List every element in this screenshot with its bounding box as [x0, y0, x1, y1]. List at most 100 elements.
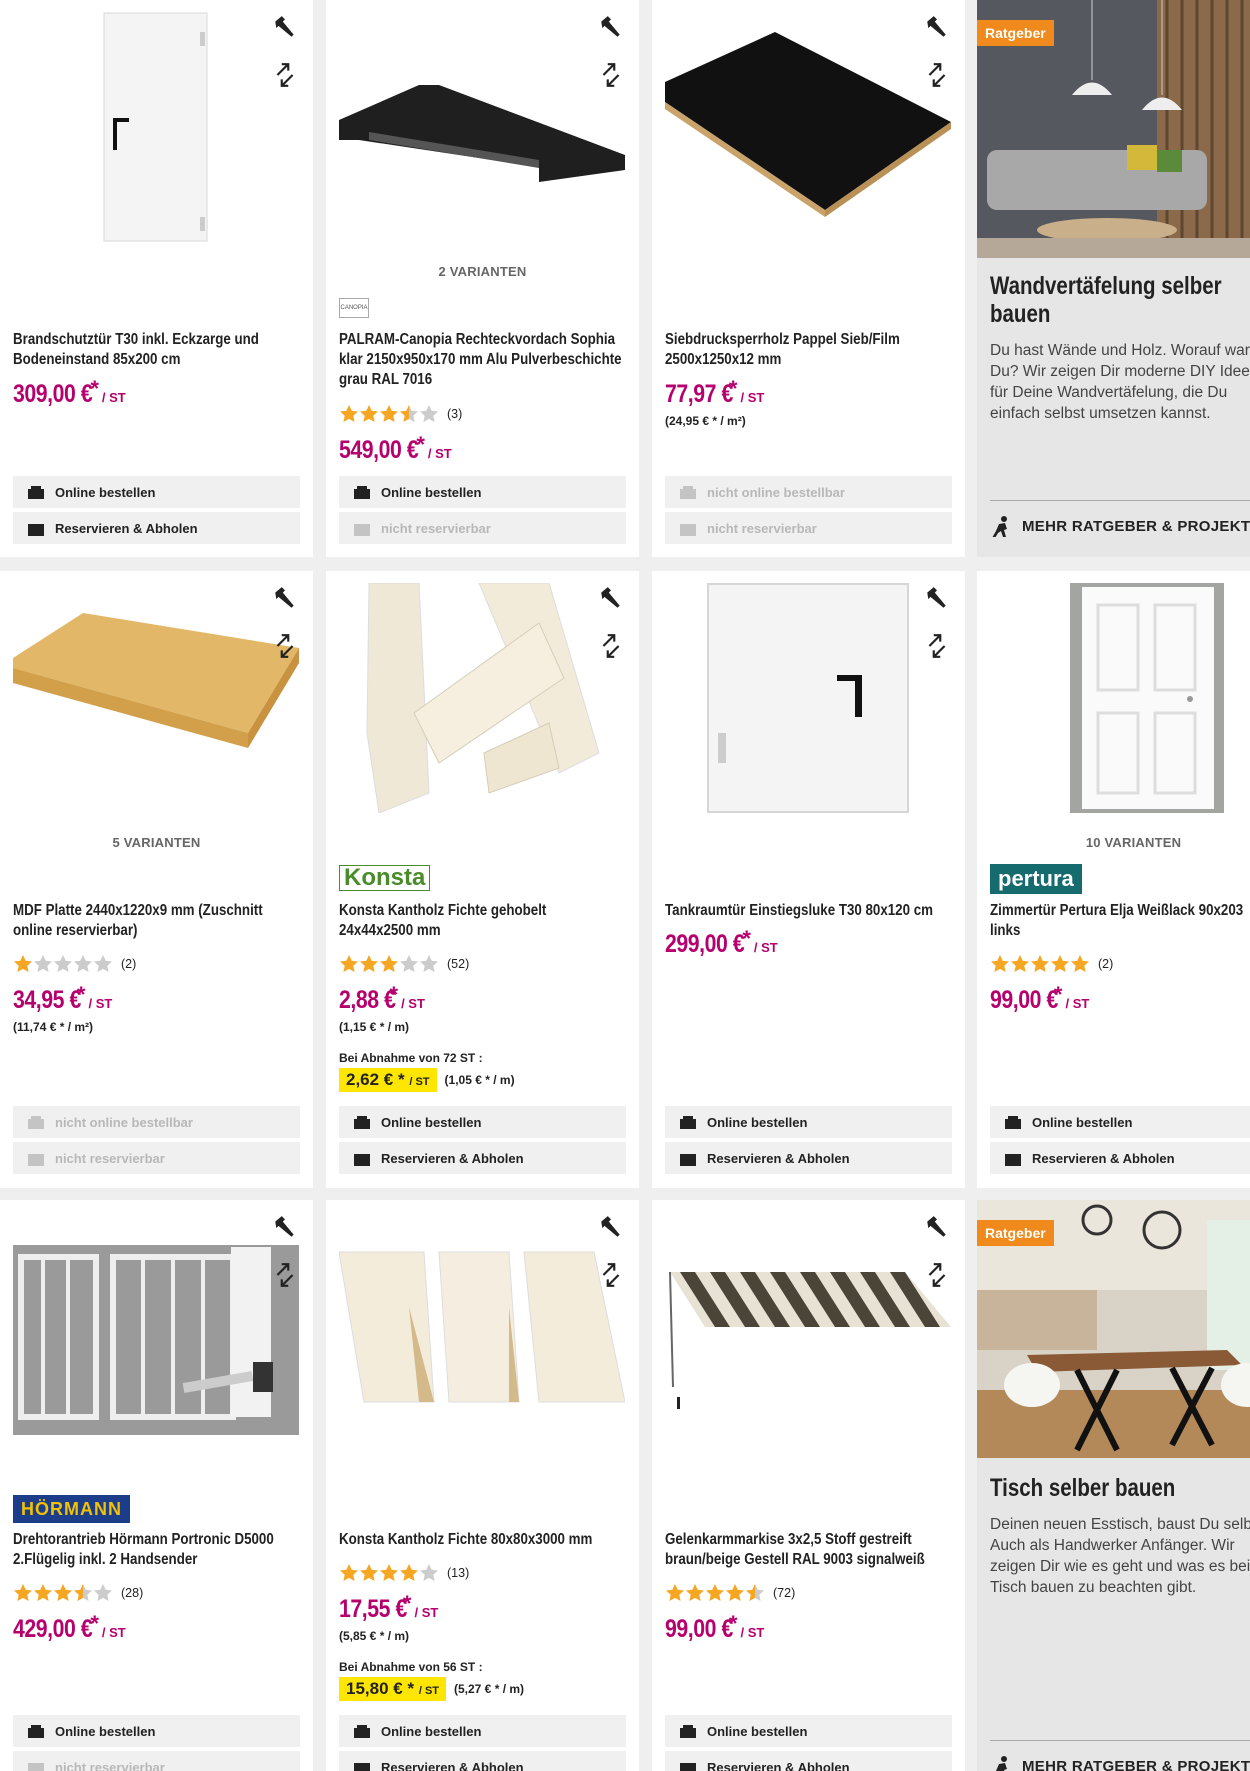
order-online-button-disabled: nicht online bestellbar [665, 476, 952, 508]
reserve-button-disabled: nicht reservierbar [339, 512, 626, 544]
reserve-button[interactable]: Reservieren & Abholen [339, 1142, 626, 1174]
unit-price: (24,95 € * / m²) [665, 414, 746, 428]
product-card[interactable]: Konsta Konsta Kantholz Fichte gehobelt 2… [326, 571, 639, 1188]
hammer-icon[interactable] [598, 14, 624, 40]
product-price: 99,00 €* / ST [990, 982, 1090, 1014]
product-image[interactable] [13, 12, 299, 242]
reserve-button[interactable]: Reservieren & Abholen [990, 1142, 1250, 1174]
order-online-button[interactable]: Online bestellen [339, 1106, 626, 1138]
product-title[interactable]: Brandschutztür T30 inkl. Eckzarge und Bo… [13, 330, 297, 370]
ratgeber-badge: Ratgeber [977, 1220, 1054, 1246]
hammer-icon[interactable] [598, 1214, 624, 1240]
rating-stars: (13) [339, 1563, 469, 1583]
product-image[interactable] [339, 583, 625, 813]
product-title[interactable]: MDF Platte 2440x1220x9 mm (Zuschnitt onl… [13, 901, 297, 941]
hammer-icon[interactable] [924, 14, 950, 40]
product-image[interactable] [13, 1212, 299, 1442]
shop-icon [353, 1723, 371, 1739]
rating-stars: (72) [665, 1583, 795, 1603]
product-image[interactable] [665, 1212, 951, 1442]
compare-icon[interactable] [598, 1262, 624, 1288]
star-icon [420, 1564, 438, 1581]
product-card[interactable]: Siebdrucksperrholz Pappel Sieb/Film 2500… [652, 0, 965, 557]
product-image[interactable] [665, 583, 951, 813]
reserve-button[interactable]: Reservieren & Abholen [665, 1751, 952, 1771]
reserve-button-disabled: nicht reservierbar [13, 1751, 300, 1771]
hammer-icon[interactable] [924, 585, 950, 611]
compare-icon[interactable] [272, 62, 298, 88]
ratgeber-card[interactable]: Ratgeber Tisch selber bauen Deinen neuen… [977, 1200, 1250, 1771]
product-title[interactable]: Konsta Kantholz Fichte gehobelt 24x44x25… [339, 901, 623, 941]
product-image[interactable] [13, 583, 299, 813]
compare-icon[interactable] [598, 62, 624, 88]
product-card[interactable]: Tankraumtür Einstiegsluke T30 80x120 cm … [652, 571, 965, 1188]
product-title[interactable]: Zimmertür Pertura Elja Weißlack 90x203 l… [990, 901, 1250, 941]
store-pickup-icon [1004, 1150, 1022, 1166]
compare-icon[interactable] [924, 1262, 950, 1288]
variants-label: 10 VARIANTEN [1085, 835, 1182, 850]
brand-logo: CANOPIA [339, 298, 369, 318]
brand-logo: HÖRMANN [13, 1495, 130, 1523]
product-price: 99,00 €* / ST [665, 1611, 765, 1643]
hammer-icon[interactable] [272, 585, 298, 611]
more-ratgeber-link[interactable]: MEHR RATGEBER & PROJEKTE [990, 500, 1250, 538]
star-icon [1011, 955, 1029, 972]
store-pickup-icon [353, 1759, 371, 1771]
ratgeber-title[interactable]: Wandvertäfelung selber bauen [990, 272, 1250, 328]
compare-icon[interactable] [598, 633, 624, 659]
product-card[interactable]: 2 VARIANTEN CANOPIA PALRAM-Canopia Recht… [326, 0, 639, 557]
star-icon [380, 955, 398, 972]
product-title[interactable]: Gelenkarmmarkise 3x2,5 Stoff gestreift b… [665, 1530, 949, 1570]
product-price: 309,00 €* / ST [13, 376, 126, 408]
star-icon [1071, 955, 1089, 972]
product-image[interactable] [665, 12, 951, 242]
reserve-button[interactable]: Reservieren & Abholen [13, 512, 300, 544]
product-image[interactable] [990, 583, 1250, 813]
compare-icon[interactable] [272, 633, 298, 659]
brand-logo: Konsta [339, 865, 431, 891]
product-card[interactable]: Brandschutztür T30 inkl. Eckzarge und Bo… [0, 0, 313, 557]
shop-icon [27, 1114, 45, 1130]
order-online-button[interactable]: Online bestellen [339, 1715, 626, 1747]
star-icon [360, 955, 378, 972]
order-online-button[interactable]: Online bestellen [339, 476, 626, 508]
order-online-button[interactable]: Online bestellen [990, 1106, 1250, 1138]
star-icon [380, 1564, 398, 1581]
product-title[interactable]: PALRAM-Canopia Rechteckvordach Sophia kl… [339, 330, 623, 390]
product-card[interactable]: 10 VARIANTEN pertura Zimmertür Pertura E… [977, 571, 1250, 1188]
order-online-button[interactable]: Online bestellen [665, 1715, 952, 1747]
more-ratgeber-link[interactable]: MEHR RATGEBER & PROJEKTE [990, 1740, 1250, 1771]
star-icon [726, 1584, 744, 1601]
hammer-icon[interactable] [598, 585, 624, 611]
order-online-button[interactable]: Online bestellen [13, 476, 300, 508]
ratgeber-title[interactable]: Tisch selber bauen [990, 1474, 1250, 1502]
reserve-button[interactable]: Reservieren & Abholen [665, 1142, 952, 1174]
hammer-icon[interactable] [272, 1214, 298, 1240]
compare-icon[interactable] [924, 633, 950, 659]
product-card[interactable]: HÖRMANN Drehtorantrieb Hörmann Portronic… [0, 1200, 313, 1771]
product-card[interactable]: 5 VARIANTEN MDF Platte 2440x1220x9 mm (Z… [0, 571, 313, 1188]
product-title[interactable]: Siebdrucksperrholz Pappel Sieb/Film 2500… [665, 330, 949, 370]
compare-icon[interactable] [272, 1262, 298, 1288]
compare-icon[interactable] [924, 62, 950, 88]
product-image[interactable] [339, 12, 625, 242]
reserve-button[interactable]: Reservieren & Abholen [339, 1751, 626, 1771]
product-image[interactable] [339, 1212, 625, 1442]
rating-stars: (3) [339, 404, 462, 424]
order-online-button[interactable]: Online bestellen [13, 1715, 300, 1747]
star-icon [400, 405, 418, 422]
ratgeber-card[interactable]: Ratgeber Wandvertäfelung selber bauen Du… [977, 0, 1250, 557]
order-online-button[interactable]: Online bestellen [665, 1106, 952, 1138]
bulk-label: Bei Abnahme von 56 ST : [339, 1660, 483, 1674]
star-icon [54, 1584, 72, 1601]
product-title[interactable]: Drehtorantrieb Hörmann Portronic D5000 2… [13, 1530, 297, 1570]
product-card[interactable]: Konsta Kantholz Fichte 80x80x3000 mm (13… [326, 1200, 639, 1771]
store-pickup-icon [27, 520, 45, 536]
product-card[interactable]: Gelenkarmmarkise 3x2,5 Stoff gestreift b… [652, 1200, 965, 1771]
bulk-label: Bei Abnahme von 72 ST : [339, 1051, 483, 1065]
hammer-icon[interactable] [924, 1214, 950, 1240]
product-title[interactable]: Konsta Kantholz Fichte 80x80x3000 mm [339, 1530, 623, 1550]
product-title[interactable]: Tankraumtür Einstiegsluke T30 80x120 cm [665, 901, 949, 921]
hammer-icon[interactable] [272, 14, 298, 40]
shop-icon [679, 484, 697, 500]
